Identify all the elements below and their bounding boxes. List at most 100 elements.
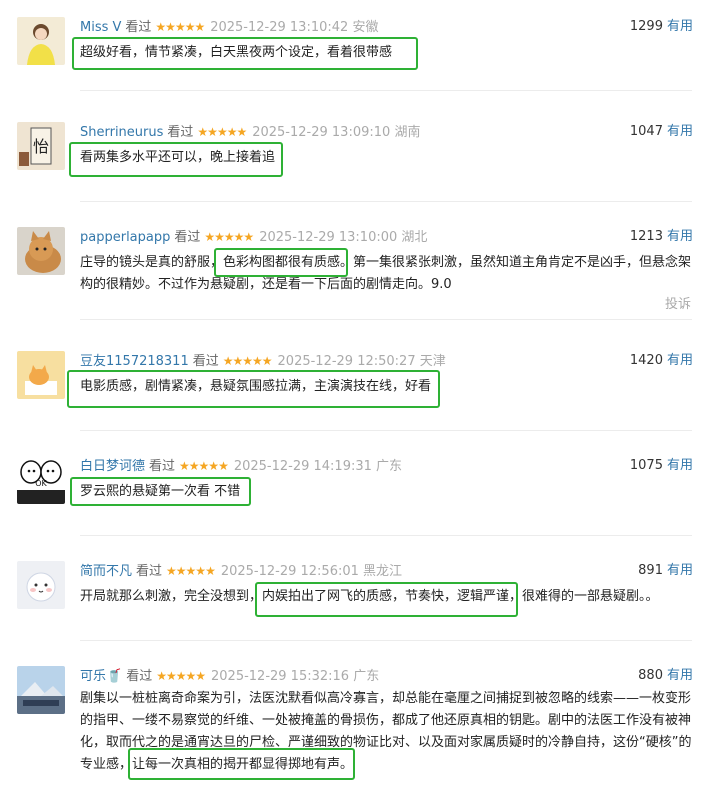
- watched-label: 看过: [174, 230, 201, 245]
- review-line: 构的很精妙。不过作为悬疑剧，还是看一下后面的剧情走向。9.0: [80, 277, 452, 292]
- watched-label: 看过: [125, 20, 152, 35]
- username-link[interactable]: 简而不凡: [80, 564, 132, 579]
- vote-count: 1047: [629, 124, 663, 139]
- rating-stars: ★★★★★: [204, 230, 254, 244]
- vote-count: 1420: [629, 353, 663, 368]
- useful-button[interactable]: 有用: [667, 353, 693, 368]
- review-location: 广东: [353, 669, 380, 684]
- divider: [80, 430, 692, 431]
- review-location: 湖南: [394, 125, 421, 140]
- useful-button[interactable]: 有用: [667, 229, 693, 244]
- useful-button[interactable]: 有用: [667, 563, 693, 578]
- avatar[interactable]: [17, 666, 65, 714]
- review-date: 2025-12-29 12:56:01: [220, 564, 359, 579]
- review-date: 2025-12-29 12:50:27: [277, 354, 416, 369]
- review-header: Miss V 看过 ★★★★★ 2025-12-29 13:10:42 安徽: [80, 17, 692, 37]
- review-header: 简而不凡 看过 ★★★★★ 2025-12-29 12:56:01 黑龙江: [80, 561, 692, 581]
- vote-count: 880: [638, 668, 663, 683]
- review-header: papperlapapp 看过 ★★★★★ 2025-12-29 13:10:00 湖…: [80, 227, 692, 247]
- username-link[interactable]: Sherrineurus: [80, 125, 163, 140]
- review-location: 湖北: [401, 230, 428, 245]
- review-header: 豆友1157218311 看过 ★★★★★ 2025-12-29 12:50:27 天…: [80, 351, 692, 371]
- review-location: 安徽: [352, 20, 379, 35]
- rating-stars: ★★★★★: [179, 459, 229, 473]
- rating-stars: ★★★★★: [166, 564, 216, 578]
- review-line: 化，取而代之的是通宵达旦的尸检、严谨细致的物证比对、以及面对家属质疑时的冷静自持…: [80, 735, 692, 750]
- review-line: 电影质感，剧情紧凑，悬疑氛围感拉满，主演演技在线，好看: [80, 379, 432, 394]
- complain-link[interactable]: 投诉: [665, 293, 691, 312]
- avatar[interactable]: OK: [17, 456, 65, 504]
- review-text: 超级好看，情节紧凑，白天黑夜两个设定，看着很带感: [80, 42, 692, 64]
- review-date: 2025-12-29 13:10:42: [210, 20, 349, 35]
- review-line: 专业感，让每一次真相的揭开都显得掷地有声。: [80, 757, 354, 772]
- review-header: Sherrineurus 看过 ★★★★★ 2025-12-29 13:09:10 湖…: [80, 122, 692, 142]
- username-link[interactable]: Miss V: [80, 20, 121, 35]
- vote-box: 1047 有用: [630, 122, 693, 142]
- review-text: 庄导的镜头是真的舒服，色彩构图都很有质感。第一集很紧张刺激，虽然知道主角肯定不是…: [80, 252, 692, 296]
- review-location: 天津: [419, 354, 446, 369]
- review-item: 怡 Sherrineurus 看过 ★★★★★ 2025-12-29 13:09:10…: [0, 122, 703, 202]
- avatar[interactable]: [17, 561, 65, 609]
- avatar[interactable]: 怡: [17, 122, 65, 170]
- divider: [80, 535, 692, 536]
- review-date: 2025-12-29 15:32:16: [211, 669, 350, 684]
- rating-stars: ★★★★★: [222, 354, 273, 368]
- useful-button[interactable]: 有用: [667, 668, 693, 683]
- useful-button[interactable]: 有用: [667, 458, 693, 473]
- watched-label: 看过: [149, 459, 176, 474]
- review-header: 白日梦诃德 看过 ★★★★★ 2025-12-29 14:19:31 广东: [80, 456, 692, 476]
- review-line: 的指甲、一缕不易察觉的纤维、一处被掩盖的骨损伤，都成了他还原真相的钥匙。剧中的法…: [80, 713, 692, 728]
- username-link[interactable]: 豆友1157218311: [80, 354, 189, 369]
- review-item: 简而不凡 看过 ★★★★★ 2025-12-29 12:56:01 黑龙江 891 有用…: [0, 561, 703, 641]
- vote-box: 891 有用: [638, 561, 693, 581]
- review-line: 剧集以一桩桩离奇命案为引，法医沈默看似高冷寡言，却总能在毫厘之间捕捉到被忽略的线…: [80, 691, 692, 706]
- review-line: 开局就那么刺激，完全没想到，内娱拍出了网飞的质感，节奏快，逻辑严谨，很难得的一部…: [80, 589, 659, 604]
- rating-stars: ★★★★★: [155, 20, 205, 34]
- review-item: 可乐🥤 看过 ★★★★★ 2025-12-29 15:32:16 广东 880 有用 剧…: [0, 666, 703, 804]
- review-header: 可乐🥤 看过 ★★★★★ 2025-12-29 15:32:16 广东: [80, 666, 692, 686]
- divider: [80, 90, 692, 91]
- review-text: 剧集以一桩桩离奇命案为引，法医沈默看似高冷寡言，却总能在毫厘之间捕捉到被忽略的线…: [80, 688, 692, 776]
- vote-box: 880 有用: [638, 666, 693, 686]
- review-text: 电影质感，剧情紧凑，悬疑氛围感拉满，主演演技在线，好看: [80, 376, 692, 398]
- vote-box: 1213 有用: [630, 227, 693, 247]
- review-location: 广东: [376, 459, 403, 474]
- avatar[interactable]: [17, 17, 65, 65]
- review-text: 看两集多水平还可以，晚上接着追: [80, 147, 692, 169]
- rating-stars: ★★★★★: [197, 125, 247, 139]
- useful-button[interactable]: 有用: [667, 19, 693, 34]
- review-text: 罗云熙的悬疑第一次看 不错: [80, 481, 692, 503]
- avatar[interactable]: [17, 227, 65, 275]
- review-item: 豆友1157218311 看过 ★★★★★ 2025-12-29 12:50:27 天…: [0, 351, 703, 431]
- watched-label: 看过: [136, 564, 163, 579]
- review-line: 庄导的镜头是真的舒服，色彩构图都很有质感。第一集很紧张刺激，虽然知道主角肯定不是…: [80, 255, 692, 270]
- vote-count: 891: [638, 563, 663, 578]
- review-item: papperlapapp 看过 ★★★★★ 2025-12-29 13:10:00 湖…: [0, 227, 703, 327]
- review-item: OK 白日梦诃德 看过 ★★★★★ 2025-12-29 14:19:31 广东 10…: [0, 456, 703, 536]
- review-line: 看两集多水平还可以，晚上接着追: [80, 150, 276, 165]
- vote-count: 1213: [629, 229, 663, 244]
- vote-box: 1075 有用: [630, 456, 693, 476]
- username-link[interactable]: 可乐🥤: [80, 669, 122, 684]
- review-item: Miss V 看过 ★★★★★ 2025-12-29 13:10:42 安徽 1299…: [0, 17, 703, 97]
- rating-stars: ★★★★★: [156, 669, 206, 683]
- avatar[interactable]: [17, 351, 65, 399]
- review-location: 黑龙江: [363, 564, 403, 579]
- review-line: 罗云熙的悬疑第一次看 不错: [80, 484, 241, 499]
- vote-box: 1420 有用: [630, 351, 693, 371]
- username-link[interactable]: 白日梦诃德: [80, 459, 145, 474]
- svg-text:怡: 怡: [33, 137, 49, 156]
- review-date: 2025-12-29 13:10:00: [259, 230, 398, 245]
- watched-label: 看过: [167, 125, 194, 140]
- watched-label: 看过: [126, 669, 153, 684]
- vote-box: 1299 有用: [630, 17, 693, 37]
- divider: [80, 640, 692, 641]
- username-link[interactable]: papperlapapp: [80, 230, 170, 245]
- svg-text:OK: OK: [35, 479, 47, 488]
- review-date: 2025-12-29 14:19:31: [233, 459, 372, 474]
- review-text: 开局就那么刺激，完全没想到，内娱拍出了网飞的质感，节奏快，逻辑严谨，很难得的一部…: [80, 586, 692, 608]
- divider: [80, 201, 692, 202]
- watched-label: 看过: [192, 354, 219, 369]
- vote-count: 1299: [629, 19, 663, 34]
- useful-button[interactable]: 有用: [667, 124, 693, 139]
